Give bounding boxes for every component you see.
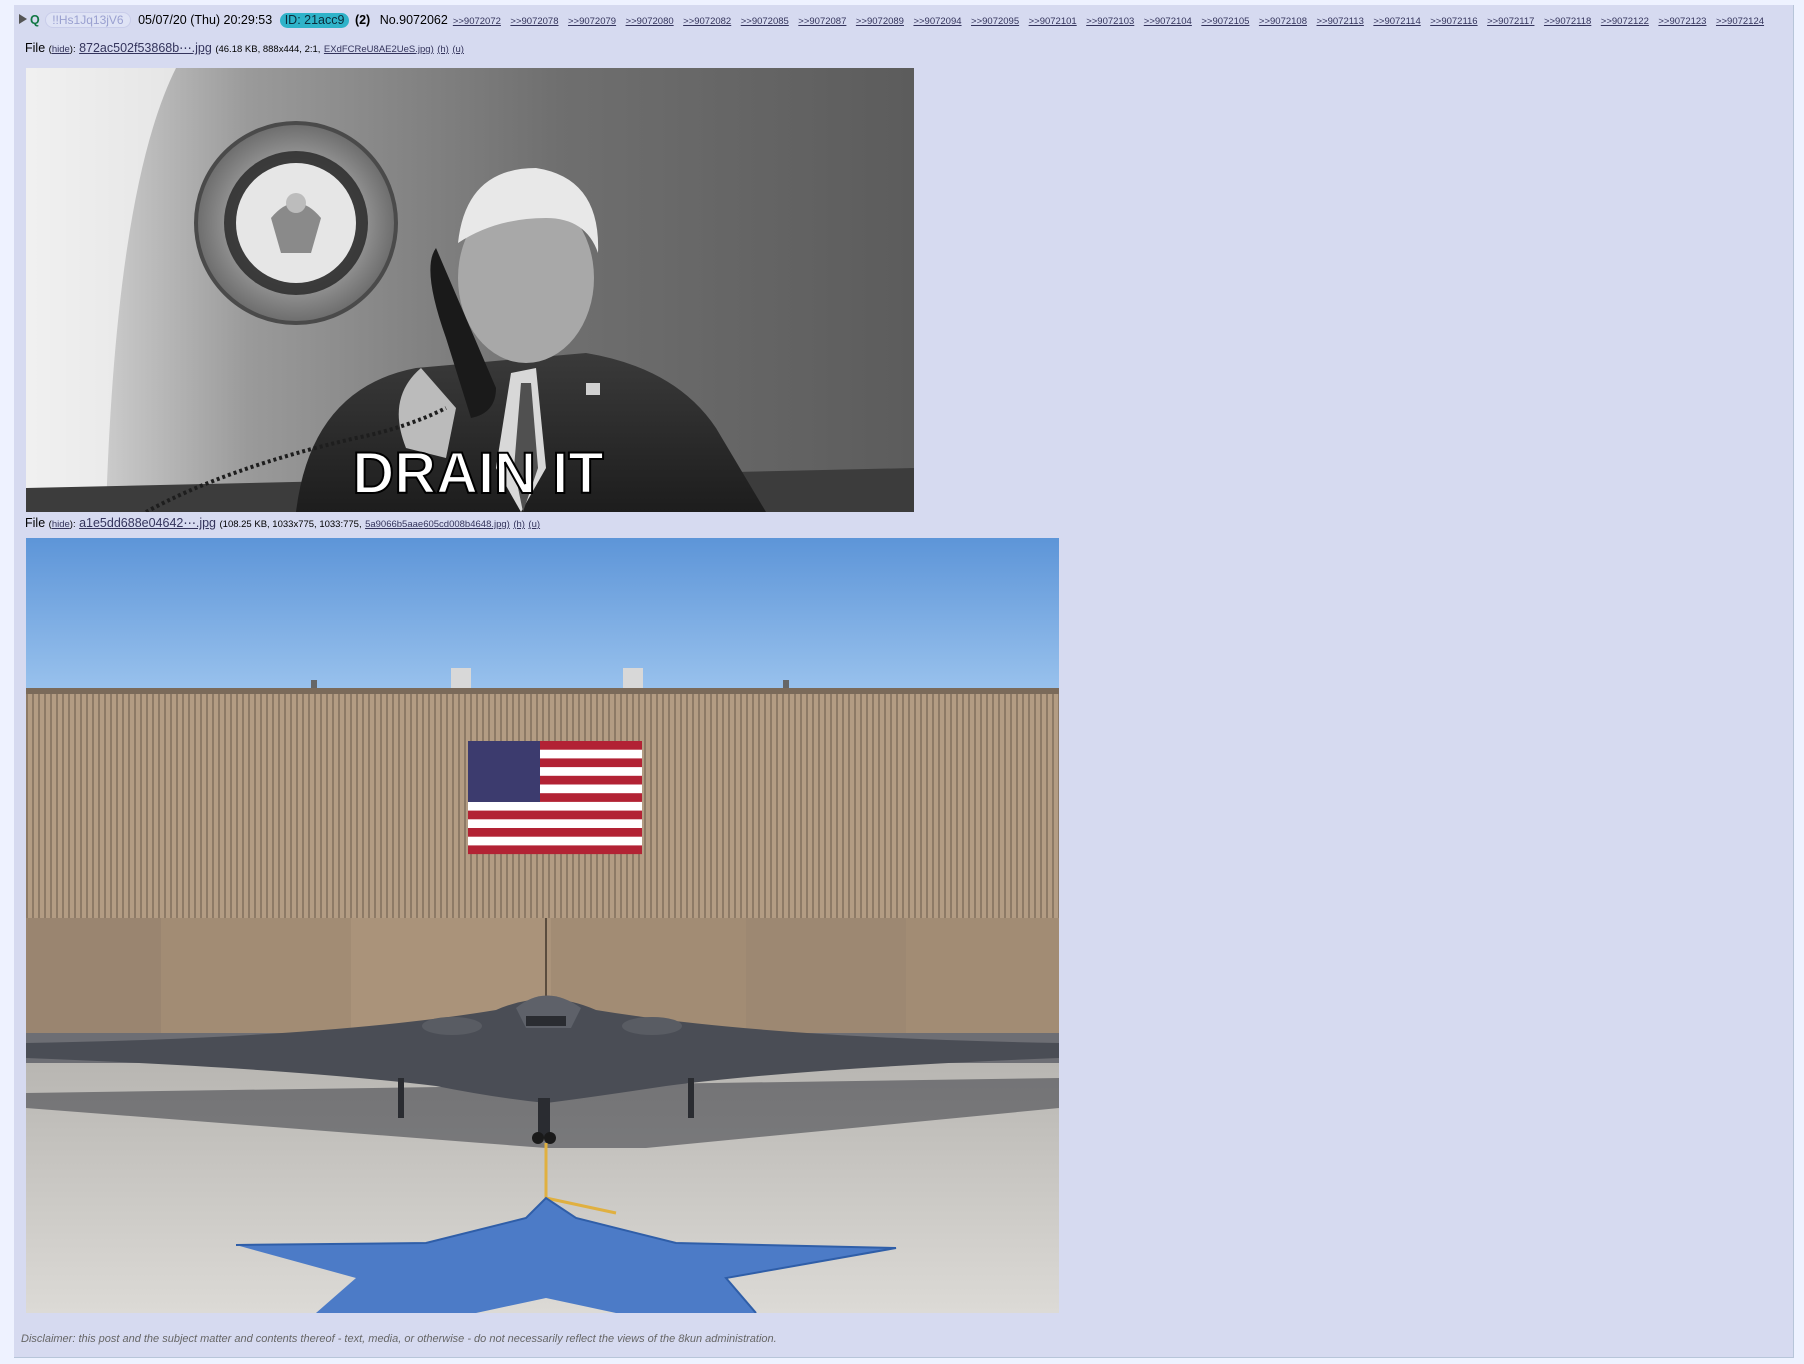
backlink-link[interactable]: >>9072123 (1658, 16, 1706, 27)
backlink-link[interactable]: >>9072114 (1373, 16, 1420, 27)
collapse-triangle-icon[interactable] (19, 14, 27, 24)
poster-id-badge[interactable]: ID: 21acc9 (279, 13, 350, 28)
file-meta: (46.18 KB, 888x444, 2:1, (215, 44, 321, 55)
backlinks-list: >>9072072 >>9072078 >>9072079 >>9072080 … (448, 13, 1764, 27)
backlink-link[interactable]: >>9072072 (453, 16, 501, 27)
post-image-2[interactable] (26, 538, 1059, 1313)
backlink-link[interactable]: >>9072087 (798, 16, 846, 27)
file-name-link[interactable]: 872ac502f53868b⋯.jpg (79, 41, 212, 55)
image-caption: DRAIN IT (352, 441, 603, 506)
file-original-name-link[interactable]: 5a9066b5aae605cd008b4648.jpg) (365, 519, 510, 530)
file-original-name-link[interactable]: EXdFCReU8AE2UeS.jpg) (324, 44, 434, 55)
backlink-link[interactable]: >>9072094 (913, 16, 961, 27)
backlink-link[interactable]: >>9072085 (741, 16, 789, 27)
file-label: File (25, 516, 46, 530)
backlink-link[interactable]: >>9072103 (1086, 16, 1134, 27)
file-name-link[interactable]: a1e5dd688e04642⋯.jpg (79, 516, 216, 530)
backlink-link[interactable]: >>9072118 (1544, 16, 1591, 27)
backlink-link[interactable]: >>9072105 (1201, 16, 1249, 27)
disclaimer-text: Disclaimer: this post and the subject ma… (21, 1333, 777, 1345)
backlink-link[interactable]: >>9072101 (1029, 16, 1077, 27)
file-info-2: File (hide): a1e5dd688e04642⋯.jpg (108.2… (25, 516, 541, 530)
file-h-link[interactable]: (h) (437, 44, 449, 55)
backlink-link[interactable]: >>9072089 (856, 16, 904, 27)
american-flag (468, 741, 642, 855)
file-u-link[interactable]: (u) (452, 44, 464, 55)
file-info-1: File (hide): 872ac502f53868b⋯.jpg (46.18… (25, 41, 464, 55)
file-u-link[interactable]: (u) (528, 519, 540, 530)
hide-file-link[interactable]: hide (52, 519, 70, 530)
post-header: Q !!Hs1Jq13jV6 05/07/20 (Thu) 20:29:53 I… (19, 12, 1789, 30)
post-container: Q !!Hs1Jq13jV6 05/07/20 (Thu) 20:29:53 I… (14, 5, 1794, 1358)
post-count: (2) (354, 13, 371, 27)
backlink-link[interactable]: >>9072078 (510, 16, 558, 27)
backlink-link[interactable]: >>9072113 (1317, 16, 1364, 27)
post-number-link[interactable]: No.9072062 (380, 13, 448, 27)
stealth-bomber-image (26, 538, 1059, 1313)
backlink-link[interactable]: >>9072104 (1144, 16, 1192, 27)
backlink-link[interactable]: >>9072079 (568, 16, 616, 27)
poster-name: Q (30, 13, 40, 27)
file-h-link[interactable]: (h) (513, 519, 525, 530)
hide-file-link[interactable]: hide (52, 44, 70, 55)
backlink-link[interactable]: >>9072080 (626, 16, 674, 27)
post-datetime: 05/07/20 (Thu) 20:29:53 (138, 13, 273, 27)
tripcode: !!Hs1Jq13jV6 (45, 12, 131, 28)
file-label: File (25, 41, 46, 55)
backlink-link[interactable]: >>9072095 (971, 16, 1019, 27)
backlink-link[interactable]: >>9072116 (1430, 16, 1477, 27)
backlink-link[interactable]: >>9072122 (1601, 16, 1649, 27)
backlink-link[interactable]: >>9072117 (1487, 16, 1534, 27)
file-meta: (108.25 KB, 1033x775, 1033:775, (219, 519, 362, 530)
backlink-link[interactable]: >>9072108 (1259, 16, 1307, 27)
backlink-link[interactable]: >>9072124 (1716, 16, 1764, 27)
backlink-link[interactable]: >>9072082 (683, 16, 731, 27)
phone-call-image: DRAIN IT (26, 68, 914, 512)
post-image-1[interactable]: DRAIN IT (26, 68, 914, 512)
